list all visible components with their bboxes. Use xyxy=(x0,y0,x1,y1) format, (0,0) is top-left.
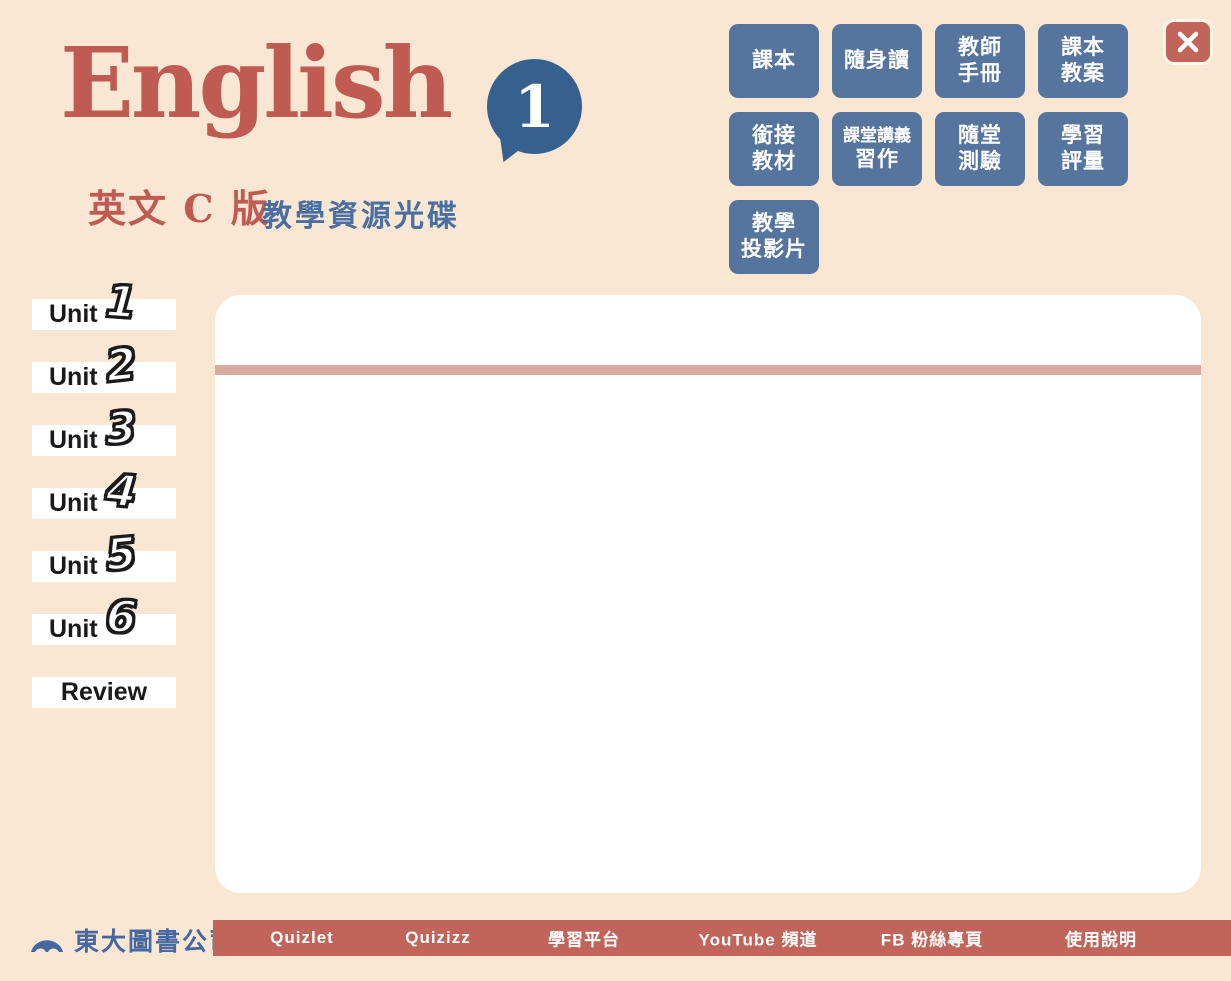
edition-label: 英文 C 版 xyxy=(88,178,271,233)
main-content-panel xyxy=(215,295,1201,893)
unit-3-number: 3 xyxy=(105,406,138,452)
menu-button-quiz[interactable]: 隨堂 測驗 xyxy=(935,112,1025,186)
unit-1-number: 1 xyxy=(105,280,139,326)
footer-link-youtube-channel[interactable]: YouTube 頻道 xyxy=(699,926,818,951)
brand-title: English xyxy=(60,30,450,137)
close-icon xyxy=(1176,30,1200,54)
volume-badge: 1 xyxy=(487,59,582,154)
bridge-arch-icon xyxy=(28,925,66,955)
footer-link-quizizz[interactable]: Quizizz xyxy=(405,928,471,948)
menu-button-textbook[interactable]: 課本 xyxy=(729,24,819,98)
publisher-name: 東大圖書公司 xyxy=(74,922,236,958)
volume-number: 1 xyxy=(514,78,554,136)
footer-link-fb-fanpage[interactable]: FB 粉絲專頁 xyxy=(881,926,983,951)
sidebar-item-unit-1[interactable]: Unit 1 xyxy=(32,299,176,330)
sidebar-item-unit-3[interactable]: Unit 3 xyxy=(32,425,176,456)
menu-button-bridging-material[interactable]: 銜接 教材 xyxy=(729,112,819,186)
unit-5-number: 5 xyxy=(104,532,138,579)
sidebar-item-unit-5[interactable]: Unit 5 xyxy=(32,551,176,582)
footer-link-learning-platform[interactable]: 學習平台 xyxy=(548,926,620,951)
menu-button-lesson-plan[interactable]: 課本 教案 xyxy=(1038,24,1128,98)
app-window: English 1 英文 C 版 教學資源光碟 課本 隨身讀 教師 手冊 課本 … xyxy=(0,0,1231,981)
sidebar-item-unit-6[interactable]: Unit 6 xyxy=(32,614,176,645)
menu-button-class-handout-workbook[interactable]: 課堂講義 習作 xyxy=(832,112,922,186)
tagline-label: 教學資源光碟 xyxy=(262,191,460,235)
unit-4-number: 4 xyxy=(104,469,138,516)
menu-button-pocket-reader[interactable]: 隨身讀 xyxy=(832,24,922,98)
resource-menu: 課本 隨身讀 教師 手冊 課本 教案 銜接 教材 課堂講義 習作 隨堂 測驗 學… xyxy=(729,24,1128,274)
footer-link-bar: Quizlet Quizizz 學習平台 YouTube 頻道 FB 粉絲專頁 … xyxy=(213,920,1231,956)
menu-button-teaching-slides[interactable]: 教學 投影片 xyxy=(729,200,819,274)
footer-link-quizlet[interactable]: Quizlet xyxy=(270,928,334,948)
close-button[interactable] xyxy=(1163,19,1213,65)
unit-2-number: 2 xyxy=(104,343,139,390)
menu-button-teacher-manual[interactable]: 教師 手冊 xyxy=(935,24,1025,98)
content-divider xyxy=(215,365,1201,375)
sidebar-item-unit-2[interactable]: Unit 2 xyxy=(32,362,176,393)
sidebar-item-unit-4[interactable]: Unit 4 xyxy=(32,488,176,519)
menu-button-assessment[interactable]: 學習 評量 xyxy=(1038,112,1128,186)
footer-link-user-guide[interactable]: 使用說明 xyxy=(1065,926,1137,951)
publisher-logo: 東大圖書公司 xyxy=(28,922,236,958)
unit-6-number: 6 xyxy=(105,595,138,641)
sidebar-item-review[interactable]: Review xyxy=(32,677,176,708)
